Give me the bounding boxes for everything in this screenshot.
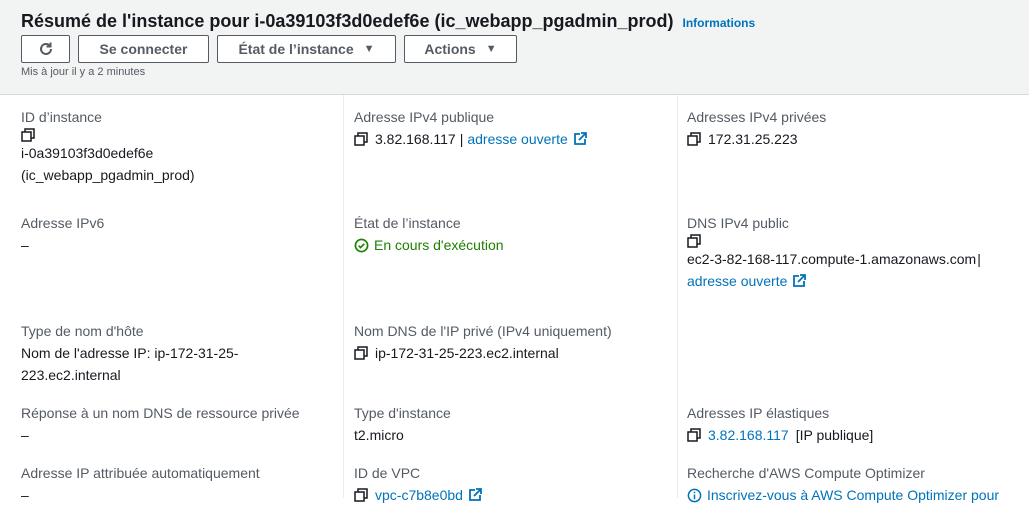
- field-label: Réponse à un nom DNS de ressource privée: [21, 405, 300, 421]
- connect-button-label: Se connecter: [99, 41, 188, 57]
- field-label: Nom DNS de l'IP privé (IPv4 uniquement): [354, 323, 612, 339]
- external-link-icon[interactable]: [468, 488, 482, 502]
- instance-state-value: En cours d'exécution: [374, 237, 504, 253]
- toolbar: Se connecter État de l’instance ▼ Action…: [21, 35, 525, 63]
- hostname-type-value: Nom de l'adresse IP: ip-172-31-25-: [21, 345, 239, 361]
- external-link-icon[interactable]: [792, 274, 807, 288]
- title-row: Résumé de l'instance pour i-0a39103f3d0e…: [21, 11, 755, 32]
- field-label: ID de VPC: [354, 465, 421, 481]
- instance-id-value: i-0a39103f3d0edef6e: [21, 145, 154, 161]
- summary-header: Résumé de l'instance pour i-0a39103f3d0e…: [0, 0, 1029, 95]
- field-vpc-id: ID de VPC vpc-c7b8e0bd: [354, 462, 482, 506]
- column-divider: [343, 95, 344, 498]
- actions-button-label: Actions: [424, 41, 476, 57]
- hostname-type-value-cont: 223.ec2.internal: [21, 367, 121, 383]
- field-public-ipv4: Adresse IPv4 publique 3.82.168.117 | adr…: [354, 106, 587, 150]
- connect-button[interactable]: Se connecter: [78, 35, 209, 63]
- field-elastic-ip: Adresses IP élastiques 3.82.168.117 [IP …: [687, 402, 873, 446]
- instance-type-value: t2.micro: [354, 427, 404, 443]
- field-label: Adresse IP attribuée automatiquement: [21, 465, 260, 481]
- copy-icon[interactable]: [354, 132, 368, 146]
- private-ipv4-value: 172.31.25.223: [708, 131, 798, 147]
- field-label: Type de nom d'hôte: [21, 323, 144, 339]
- value-row: Inscrivez-vous à AWS Compute Optimizer p…: [687, 484, 999, 506]
- vpc-id-link[interactable]: vpc-c7b8e0bd: [375, 484, 463, 506]
- field-label: Adresse IPv4 publique: [354, 109, 495, 125]
- field-auto-ip: Adresse IP attribuée automatiquement –: [21, 462, 260, 506]
- field-resource-dns: Réponse à un nom DNS de ressource privée…: [21, 402, 300, 446]
- column-divider: [677, 95, 678, 498]
- copy-icon[interactable]: [687, 428, 701, 442]
- copy-icon[interactable]: [354, 488, 368, 502]
- field-label: Adresse IPv6: [21, 215, 105, 231]
- auto-ip-value: –: [21, 487, 29, 503]
- field-instance-type: Type d'instance t2.micro: [354, 402, 451, 446]
- copy-icon[interactable]: [21, 128, 35, 142]
- ipv6-value: –: [21, 237, 29, 253]
- copy-row: [21, 128, 195, 142]
- copy-row: [687, 234, 981, 248]
- value-row: 172.31.25.223: [687, 128, 826, 150]
- last-updated: Mis à jour il y a 2 minutes: [21, 66, 146, 78]
- check-circle-icon: [354, 238, 369, 252]
- field-ipv6: Adresse IPv6 –: [21, 212, 104, 256]
- value-row: 3.82.168.117 [IP publique]: [687, 424, 873, 446]
- field-public-dns: DNS IPv4 public ec2-3-82-168-117.compute…: [687, 212, 981, 292]
- field-instance-id: ID d’instance i-0a39103f3d0edef6e (ic_we…: [21, 106, 195, 186]
- copy-icon[interactable]: [687, 234, 701, 248]
- caret-down-icon: ▼: [485, 43, 497, 55]
- instance-state-button-label: État de l’instance: [238, 41, 354, 57]
- field-label: Recherche d'AWS Compute Optimizer: [687, 465, 925, 481]
- separator: |: [977, 251, 981, 267]
- field-instance-state: État de l’instance En cours d'exécution: [354, 212, 504, 256]
- info-icon: [687, 488, 702, 502]
- field-label: Type d'instance: [354, 405, 451, 421]
- refresh-icon: [39, 42, 52, 55]
- resource-dns-value: –: [21, 427, 29, 443]
- page-title: Résumé de l'instance pour i-0a39103f3d0e…: [21, 11, 674, 31]
- instance-name-value: (ic_webapp_pgadmin_prod): [21, 167, 195, 183]
- actions-button[interactable]: Actions ▼: [404, 35, 517, 63]
- open-address-link[interactable]: adresse ouverte: [467, 128, 567, 150]
- field-label: État de l’instance: [354, 215, 461, 231]
- info-link[interactable]: Informations: [682, 16, 755, 30]
- value-row: vpc-c7b8e0bd: [354, 484, 482, 506]
- field-hostname-type: Type de nom d'hôte Nom de l'adresse IP: …: [21, 320, 238, 386]
- value-row: En cours d'exécution: [354, 234, 504, 256]
- field-label: Adresses IP élastiques: [687, 405, 830, 421]
- refresh-button[interactable]: [21, 35, 70, 63]
- separator: |: [459, 131, 464, 147]
- copy-icon[interactable]: [354, 346, 368, 360]
- public-ipv4-value: 3.82.168.117: [375, 131, 456, 147]
- value-row: 3.82.168.117 | adresse ouverte: [354, 128, 587, 150]
- compute-optimizer-link[interactable]: Inscrivez-vous à AWS Compute Optimizer p…: [707, 484, 999, 506]
- value-row: ip-172-31-25-223.ec2.internal: [354, 342, 612, 364]
- field-label: ID d’instance: [21, 109, 102, 125]
- field-label: Adresses IPv4 privées: [687, 109, 827, 125]
- link-row: adresse ouverte: [687, 270, 981, 292]
- elastic-ip-suffix: [IP publique]: [795, 427, 874, 443]
- field-label: DNS IPv4 public: [687, 215, 789, 231]
- instance-state-button[interactable]: État de l’instance ▼: [217, 35, 396, 63]
- public-dns-value: ec2-3-82-168-117.compute-1.amazonaws.com: [687, 251, 977, 267]
- field-private-dns: Nom DNS de l'IP privé (IPv4 uniquement) …: [354, 320, 612, 364]
- value-row: ec2-3-82-168-117.compute-1.amazonaws.com…: [687, 248, 981, 270]
- elastic-ip-link[interactable]: 3.82.168.117: [708, 424, 789, 446]
- private-dns-value: ip-172-31-25-223.ec2.internal: [375, 345, 559, 361]
- copy-icon[interactable]: [687, 132, 701, 146]
- external-link-icon[interactable]: [573, 132, 587, 146]
- field-private-ipv4: Adresses IPv4 privées 172.31.25.223: [687, 106, 826, 150]
- caret-down-icon: ▼: [363, 43, 375, 55]
- field-compute-optimizer: Recherche d'AWS Compute Optimizer Inscri…: [687, 462, 999, 506]
- open-address-link[interactable]: adresse ouverte: [687, 270, 787, 292]
